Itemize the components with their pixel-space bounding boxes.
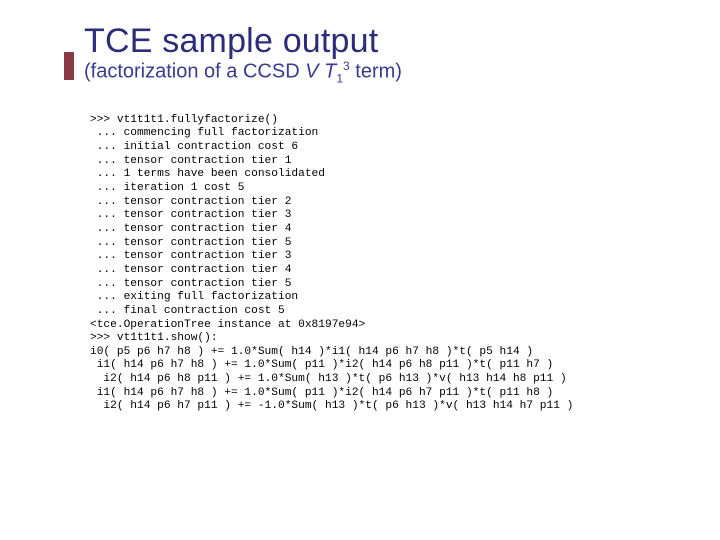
code-line: ... tensor contraction tier 5 (90, 237, 291, 249)
code-output: >>> vt1t1t1.fullyfactorize() ... commenc… (90, 114, 672, 414)
code-line: >>> vt1t1t1.fullyfactorize() (90, 114, 278, 126)
code-line: >>> vt1t1t1.show(): (90, 332, 218, 344)
code-line: ... tensor contraction tier 5 (90, 278, 291, 290)
subtitle-t: T (324, 61, 336, 83)
subtitle-prefix: (factorization of a CCSD (84, 61, 305, 83)
code-line: i1( h14 p6 h7 h8 ) += 1.0*Sum( p11 )*i2(… (90, 387, 553, 399)
subtitle-v: V (305, 61, 318, 83)
slide-subtitle: (factorization of a CCSD V T13 term) (84, 59, 672, 86)
code-line: <tce.OperationTree instance at 0x8197e94… (90, 319, 365, 331)
code-line: i2( h14 p6 h8 p11 ) += 1.0*Sum( h13 )*t(… (90, 373, 567, 385)
code-line: ... iteration 1 cost 5 (90, 182, 244, 194)
code-line: ... 1 terms have been consolidated (90, 168, 325, 180)
subtitle-sup: 3 (343, 59, 350, 73)
code-line: ... tensor contraction tier 4 (90, 223, 291, 235)
slide-title: TCE sample output (84, 22, 672, 61)
title-bullet-bar (64, 52, 74, 80)
code-line: ... tensor contraction tier 2 (90, 196, 291, 208)
code-line: ... final contraction cost 5 (90, 305, 285, 317)
code-line: i1( h14 p6 h7 h8 ) += 1.0*Sum( p11 )*i2(… (90, 359, 553, 371)
code-line: ... initial contraction cost 6 (90, 141, 298, 153)
code-line: i0( p5 p6 h7 h8 ) += 1.0*Sum( h14 )*i1( … (90, 346, 533, 358)
subtitle-suffix: term) (350, 61, 402, 83)
code-line: i2( h14 p6 h7 p11 ) += -1.0*Sum( h13 )*t… (90, 400, 573, 412)
code-line: ... tensor contraction tier 1 (90, 155, 291, 167)
code-line: ... tensor contraction tier 4 (90, 264, 291, 276)
code-line: ... tensor contraction tier 3 (90, 209, 291, 221)
code-line: ... tensor contraction tier 3 (90, 250, 291, 262)
subtitle-sub: 1 (336, 72, 343, 86)
code-line: ... commencing full factorization (90, 127, 318, 139)
slide: TCE sample output (factorization of a CC… (0, 0, 720, 540)
code-line: ... exiting full factorization (90, 291, 298, 303)
title-block: TCE sample output (factorization of a CC… (84, 22, 672, 86)
